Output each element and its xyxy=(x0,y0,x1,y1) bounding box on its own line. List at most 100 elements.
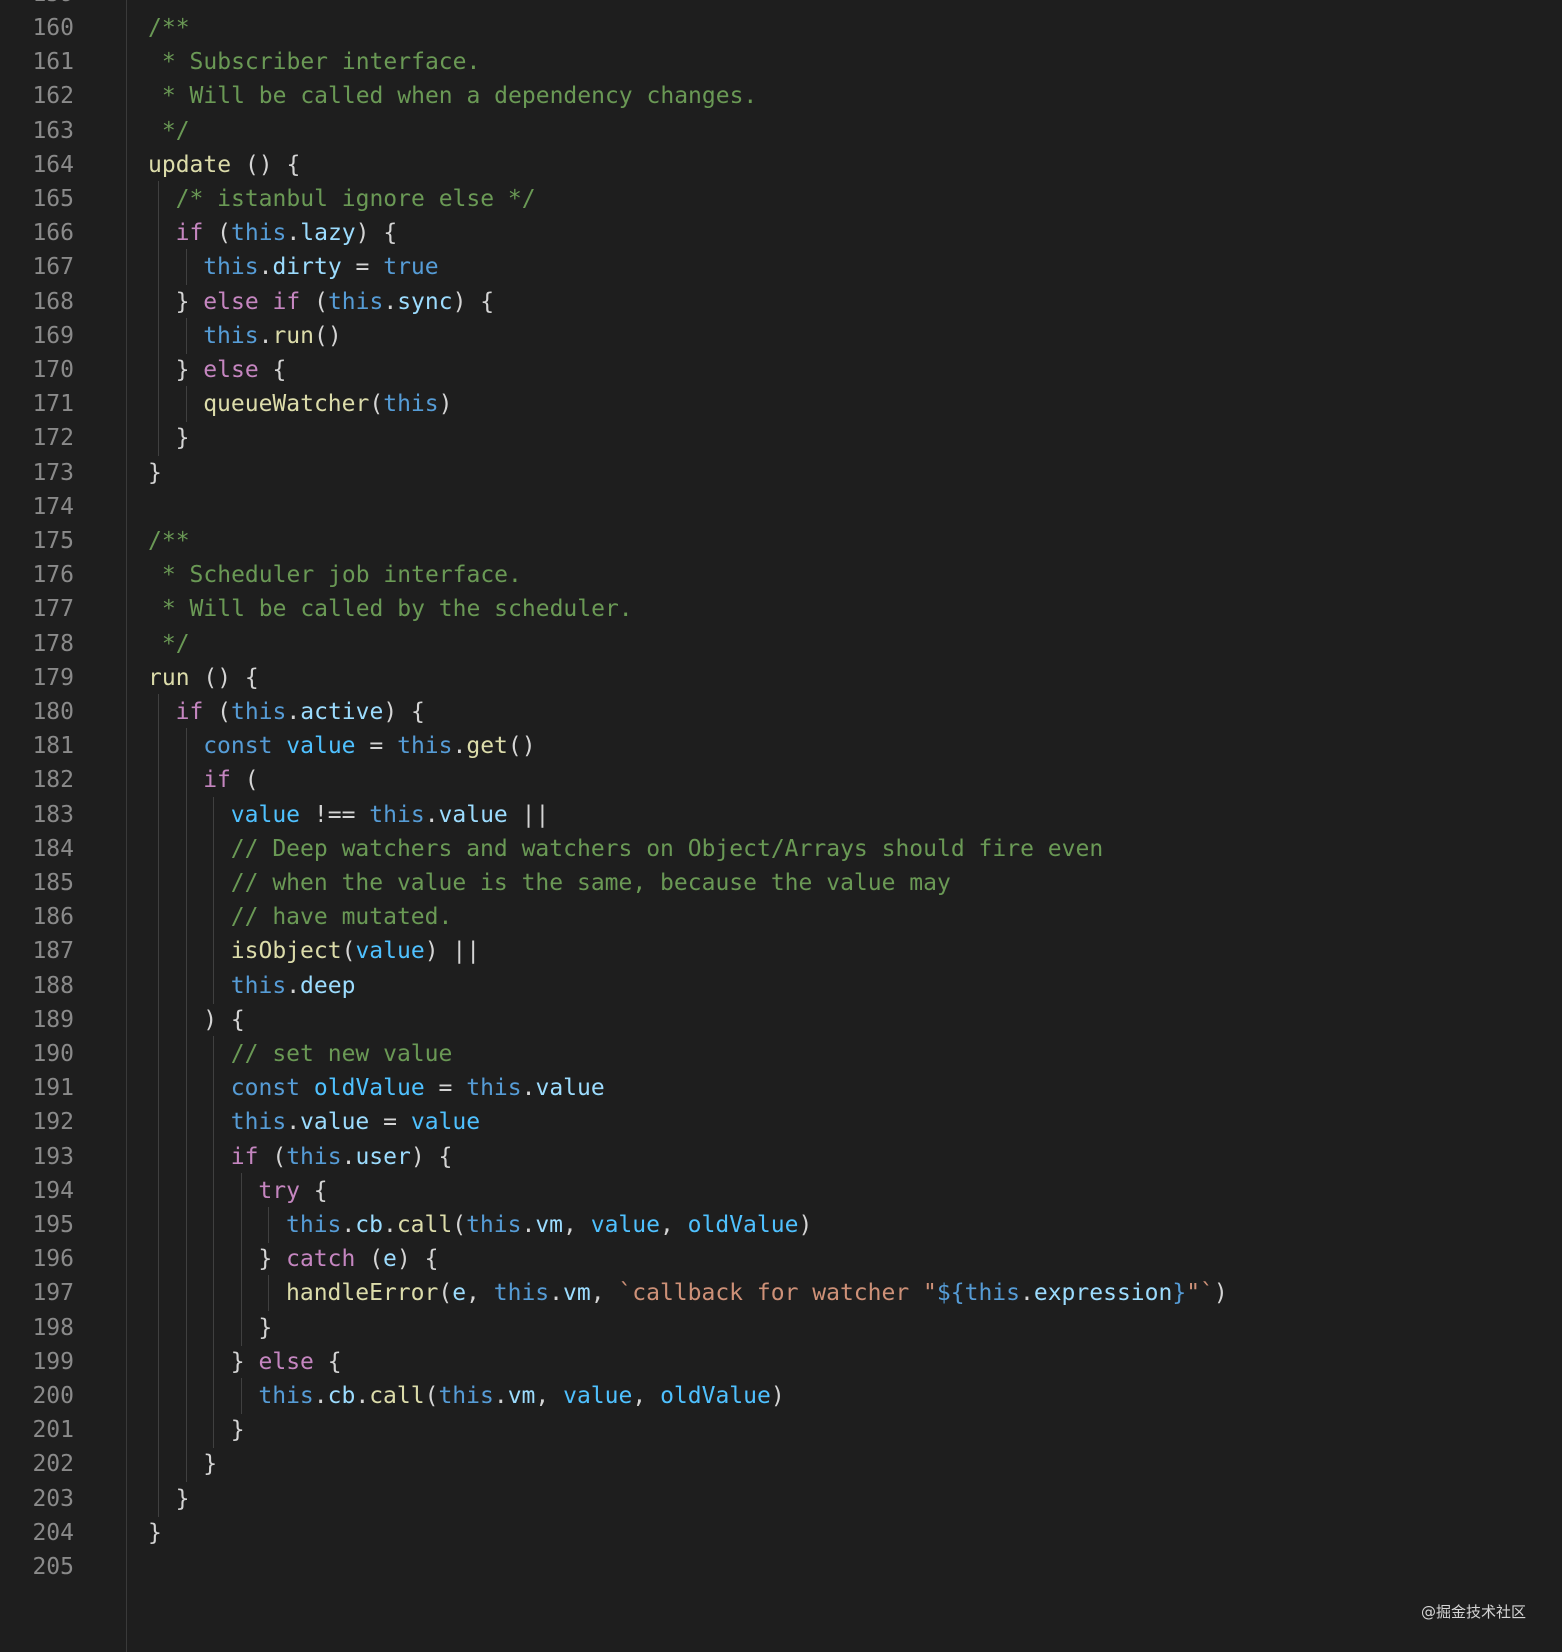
token-punct: ( xyxy=(341,938,356,965)
token-punct xyxy=(259,289,273,315)
token-punct: = xyxy=(341,254,384,281)
token-keyword: if xyxy=(203,767,231,794)
token-var: oldValue xyxy=(313,1075,425,1102)
token-punct: !== xyxy=(300,801,370,828)
token-punct: = xyxy=(355,733,398,760)
code-line[interactable]: 171 queueWatcher(this) xyxy=(0,386,1562,423)
token-punct: ) { xyxy=(383,699,425,725)
token-punct: } xyxy=(230,1348,259,1375)
indent-guide xyxy=(185,967,187,1004)
code-line[interactable]: 160 /** xyxy=(0,10,1562,46)
token-keyword: if xyxy=(272,288,301,315)
code-line[interactable]: 185 // when the value is the same, becaus… xyxy=(0,865,1562,901)
token-punct: } xyxy=(175,357,204,383)
indent-guide xyxy=(158,1070,159,1107)
line-number: 191 xyxy=(32,1075,74,1102)
code-line[interactable]: 163 */ xyxy=(0,113,1562,149)
code-line[interactable]: 182 if ( xyxy=(0,762,1562,799)
code-line[interactable]: 165 /* istanbul ignore else */ xyxy=(0,181,1562,217)
token-comment: */ xyxy=(148,117,190,144)
indent-guide xyxy=(185,1070,187,1107)
code-line[interactable]: 179 run () { xyxy=(0,660,1562,696)
token-punct: . xyxy=(313,1383,328,1409)
code-line[interactable]: 181 const value = this.get() xyxy=(0,728,1562,765)
code-line[interactable]: 204} xyxy=(0,1515,1562,1551)
code-line[interactable]: 168} else if (this.sync) { xyxy=(0,283,1562,320)
code-line[interactable]: 197 handleError(e, this.vm, `callback for… xyxy=(0,1275,1562,1312)
token-func: isObject xyxy=(230,938,342,965)
code-text: const value = this.get() xyxy=(203,728,535,764)
token-prop: active xyxy=(300,699,384,725)
line-number: 197 xyxy=(32,1280,74,1307)
token-punct: . xyxy=(286,1109,301,1136)
code-line[interactable]: 189) { xyxy=(0,1001,1562,1038)
token-this: const xyxy=(203,733,273,760)
token-punct: ) { xyxy=(410,1143,453,1170)
code-line[interactable]: 202} xyxy=(0,1446,1562,1483)
code-line[interactable]: 192 this.value = value xyxy=(0,1104,1562,1141)
code-line[interactable]: 200 this.cb.call(this.vm, value, oldValue… xyxy=(0,1378,1562,1414)
line-number: 167 xyxy=(32,254,74,281)
line-number: 164 xyxy=(32,151,74,178)
token-keyword: else xyxy=(203,357,259,383)
token-punct: . xyxy=(341,1143,356,1170)
indent-guide xyxy=(185,1138,187,1175)
code-line[interactable]: 174 xyxy=(0,489,1562,525)
token-punct: , xyxy=(659,1212,688,1238)
line-number: 194 xyxy=(32,1177,74,1204)
code-line[interactable]: 175 /** xyxy=(0,523,1562,559)
code-line[interactable]: 176 * Scheduler job interface. xyxy=(0,557,1562,593)
code-line[interactable]: 195 this.cb.call(this.vm, value, oldValue… xyxy=(0,1207,1562,1243)
code-line[interactable]: 191 const oldValue = this.value xyxy=(0,1070,1562,1107)
token-keyword: else xyxy=(203,288,259,315)
code-line[interactable]: 161 * Subscriber interface. xyxy=(0,44,1562,80)
line-number: 198 xyxy=(32,1314,74,1341)
code-text: } else if (this.sync) { xyxy=(176,284,495,320)
code-line[interactable]: 170} else { xyxy=(0,352,1562,388)
code-line[interactable]: 180 if (this.active) { xyxy=(0,694,1562,730)
code-line[interactable]: 194 try { xyxy=(0,1172,1562,1209)
indent-guide xyxy=(158,796,159,833)
token-punct: ( xyxy=(424,1383,439,1409)
indent-guide xyxy=(213,1036,215,1072)
token-this: true xyxy=(383,254,439,281)
code-line[interactable]: 167 this.dirty = true xyxy=(0,249,1562,286)
indent-guide xyxy=(213,933,215,970)
code-line[interactable]: 199} else { xyxy=(0,1343,1562,1380)
line-number: 187 xyxy=(32,938,74,965)
code-line[interactable]: 203} xyxy=(0,1480,1562,1517)
code-line[interactable]: 162 * Will be called when a dependency c… xyxy=(0,78,1562,114)
code-line[interactable]: 196} catch (e) { xyxy=(0,1241,1562,1278)
indent-guide xyxy=(240,1207,242,1243)
token-punct: . xyxy=(521,1212,536,1238)
code-line[interactable]: 187 isObject(value) || xyxy=(0,933,1562,970)
code-line[interactable]: 183 value !== this.value || xyxy=(0,796,1562,833)
code-line[interactable]: 166 if (this.lazy) { xyxy=(0,215,1562,252)
token-this: this xyxy=(466,1212,522,1238)
code-line[interactable]: 164 update () { xyxy=(0,147,1562,183)
token-punct xyxy=(272,733,286,759)
token-prop: vm xyxy=(535,1212,564,1238)
code-line[interactable]: 193 if (this.user) { xyxy=(0,1138,1562,1175)
code-line[interactable]: 177 * Will be called by the scheduler. xyxy=(0,591,1562,627)
code-editor[interactable]: 159160/**161 * Subscriber interface.162 … xyxy=(0,0,1562,1652)
code-text: * Subscriber interface. xyxy=(148,44,481,80)
code-line[interactable]: 184 // Deep watchers and watchers on Obje… xyxy=(0,830,1562,867)
code-line[interactable]: 190 // set new value xyxy=(0,1036,1562,1072)
indent-guide xyxy=(213,1104,215,1141)
code-line[interactable]: 198} xyxy=(0,1309,1562,1346)
code-line[interactable]: 178 */ xyxy=(0,626,1562,662)
token-var: value xyxy=(286,733,356,760)
indent-guide xyxy=(213,1412,215,1449)
token-prop: deep xyxy=(300,972,356,999)
code-line[interactable]: 169 this.run() xyxy=(0,317,1562,354)
code-line[interactable]: 201} xyxy=(0,1412,1562,1449)
code-text: run () { xyxy=(148,660,259,696)
code-line[interactable]: 172} xyxy=(0,420,1562,457)
token-func: queueWatcher xyxy=(203,391,370,418)
token-comment: */ xyxy=(148,630,190,657)
code-line[interactable]: 186 // have mutated. xyxy=(0,899,1562,936)
code-line[interactable]: 173} xyxy=(0,455,1562,491)
token-comment: // set new value xyxy=(230,1041,453,1067)
code-line[interactable]: 188 this.deep xyxy=(0,967,1562,1004)
